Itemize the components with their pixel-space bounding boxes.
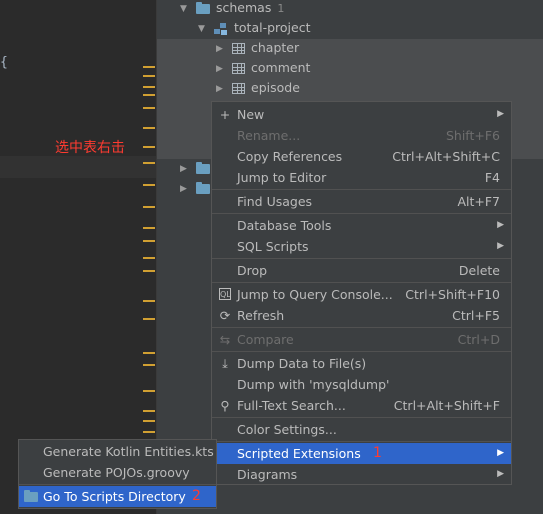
menu-item-diagrams[interactable]: Diagrams ▶ bbox=[212, 464, 511, 485]
collapsed-arrow-icon[interactable]: ▶ bbox=[216, 79, 226, 99]
menu-separator bbox=[19, 484, 216, 485]
menu-item-color-settings[interactable]: Color Settings... bbox=[212, 419, 511, 440]
gutter-marker[interactable] bbox=[143, 410, 155, 412]
menu-item-compare[interactable]: ⇆ Compare Ctrl+D bbox=[212, 329, 511, 350]
menu-separator bbox=[212, 213, 511, 214]
menu-separator bbox=[212, 441, 511, 442]
submenu-arrow-icon: ▶ bbox=[497, 220, 504, 230]
menu-item-copy-references[interactable]: Copy References Ctrl+Alt+Shift+C bbox=[212, 146, 511, 167]
menu-item-full-text-search[interactable]: ⚲ Full-Text Search... Ctrl+Alt+Shift+F bbox=[212, 395, 511, 416]
gutter-marker[interactable] bbox=[143, 420, 155, 422]
search-icon: ⚲ bbox=[220, 398, 230, 413]
expanded-arrow-icon[interactable]: ▼ bbox=[198, 19, 208, 39]
menu-separator bbox=[212, 282, 511, 283]
context-menu: + New ▶ Rename... Shift+F6 Copy Referenc… bbox=[211, 101, 512, 485]
editor-pane[interactable] bbox=[0, 0, 160, 514]
menu-item-find-usages[interactable]: Find Usages Alt+F7 bbox=[212, 191, 511, 212]
gutter-marker[interactable] bbox=[143, 227, 155, 229]
gutter-marker[interactable] bbox=[143, 86, 155, 88]
gutter-marker[interactable] bbox=[143, 94, 155, 96]
menu-item-jump-to-editor[interactable]: Jump to Editor F4 bbox=[212, 167, 511, 188]
collapsed-arrow-icon[interactable]: ▶ bbox=[216, 59, 226, 79]
submenu-item-generate-kotlin-entities[interactable]: Generate Kotlin Entities.kts bbox=[19, 441, 216, 462]
table-icon bbox=[232, 83, 245, 94]
schema-count: 1 bbox=[277, 2, 285, 15]
scripted-extensions-submenu: Generate Kotlin Entities.kts Generate PO… bbox=[18, 439, 217, 509]
gutter-marker[interactable] bbox=[143, 146, 155, 148]
menu-separator bbox=[212, 351, 511, 352]
gutter-marker[interactable] bbox=[143, 75, 155, 77]
menu-separator bbox=[212, 327, 511, 328]
gutter-marker[interactable] bbox=[143, 318, 155, 320]
menu-item-sql-scripts[interactable]: SQL Scripts ▶ bbox=[212, 236, 511, 257]
gutter-marker[interactable] bbox=[143, 107, 155, 109]
gutter-marker[interactable] bbox=[143, 270, 155, 272]
gutter-marker[interactable] bbox=[143, 240, 155, 242]
menu-item-scripted-extensions[interactable]: Scripted Extensions 1 ▶ bbox=[212, 443, 511, 464]
compare-icon: ⇆ bbox=[219, 332, 231, 347]
menu-separator bbox=[212, 417, 511, 418]
download-icon: ⤓ bbox=[222, 356, 228, 371]
menu-item-jump-to-query-console[interactable]: QL Jump to Query Console... Ctrl+Shift+F… bbox=[212, 284, 511, 305]
annotation-number-2: 2 bbox=[192, 488, 201, 504]
gutter-marker[interactable] bbox=[143, 66, 155, 68]
table-icon bbox=[232, 43, 245, 54]
annotation-number-1: 1 bbox=[373, 445, 382, 461]
collapsed-arrow-icon[interactable]: ▶ bbox=[180, 159, 190, 179]
gutter-marker[interactable] bbox=[143, 162, 155, 164]
menu-item-dump-data-to-files[interactable]: ⤓ Dump Data to File(s) bbox=[212, 353, 511, 374]
tree-node-total-project[interactable]: ▼ total-project bbox=[198, 18, 310, 38]
menu-item-refresh[interactable]: ⟳ Refresh Ctrl+F5 bbox=[212, 305, 511, 326]
collapsed-arrow-icon[interactable]: ▶ bbox=[180, 179, 190, 199]
gutter-marker[interactable] bbox=[143, 127, 155, 129]
submenu-arrow-icon: ▶ bbox=[497, 469, 504, 479]
menu-separator bbox=[212, 189, 511, 190]
folder-icon bbox=[196, 1, 210, 14]
tree-node-table-episode[interactable]: ▶ episode bbox=[216, 78, 300, 98]
submenu-item-go-to-scripts-directory[interactable]: Go To Scripts Directory 2 bbox=[19, 486, 216, 507]
menu-separator bbox=[212, 258, 511, 259]
menu-item-dump-with-mysqldump[interactable]: Dump with 'mysqldump' bbox=[212, 374, 511, 395]
editor-current-line bbox=[0, 156, 160, 178]
gutter-marker[interactable] bbox=[143, 206, 155, 208]
submenu-arrow-icon: ▶ bbox=[497, 448, 504, 458]
gutter-marker[interactable] bbox=[143, 184, 155, 186]
editor-brace: { bbox=[0, 55, 8, 70]
submenu-arrow-icon: ▶ bbox=[497, 241, 504, 251]
expanded-arrow-icon[interactable]: ▼ bbox=[180, 0, 190, 19]
tree-node-table-comment[interactable]: ▶ comment bbox=[216, 58, 310, 78]
query-console-icon: QL bbox=[219, 288, 231, 300]
schema-icon bbox=[214, 22, 228, 35]
annotation-select-table-right-click: 选中表右击 bbox=[55, 140, 125, 156]
folder-icon bbox=[196, 181, 210, 194]
menu-item-new[interactable]: + New ▶ bbox=[212, 104, 511, 125]
folder-icon bbox=[24, 490, 38, 502]
menu-item-drop[interactable]: Drop Delete bbox=[212, 260, 511, 281]
folder-icon bbox=[196, 161, 210, 174]
collapsed-arrow-icon[interactable]: ▶ bbox=[216, 39, 226, 59]
gutter-marker[interactable] bbox=[143, 390, 155, 392]
menu-item-rename[interactable]: Rename... Shift+F6 bbox=[212, 125, 511, 146]
refresh-icon: ⟳ bbox=[219, 308, 231, 323]
plus-icon: + bbox=[219, 107, 231, 122]
gutter-marker[interactable] bbox=[143, 257, 155, 259]
tree-node-schemas[interactable]: ▼ schemas 1 bbox=[180, 0, 284, 18]
gutter-marker[interactable] bbox=[143, 364, 155, 366]
gutter-marker[interactable] bbox=[143, 300, 155, 302]
tree-node-table-chapter[interactable]: ▶ chapter bbox=[216, 38, 299, 58]
gutter-marker[interactable] bbox=[143, 352, 155, 354]
menu-item-database-tools[interactable]: Database Tools ▶ bbox=[212, 215, 511, 236]
submenu-item-generate-pojos[interactable]: Generate POJOs.groovy bbox=[19, 462, 216, 483]
gutter-marker[interactable] bbox=[143, 431, 155, 433]
submenu-arrow-icon: ▶ bbox=[497, 109, 504, 119]
table-icon bbox=[232, 63, 245, 74]
